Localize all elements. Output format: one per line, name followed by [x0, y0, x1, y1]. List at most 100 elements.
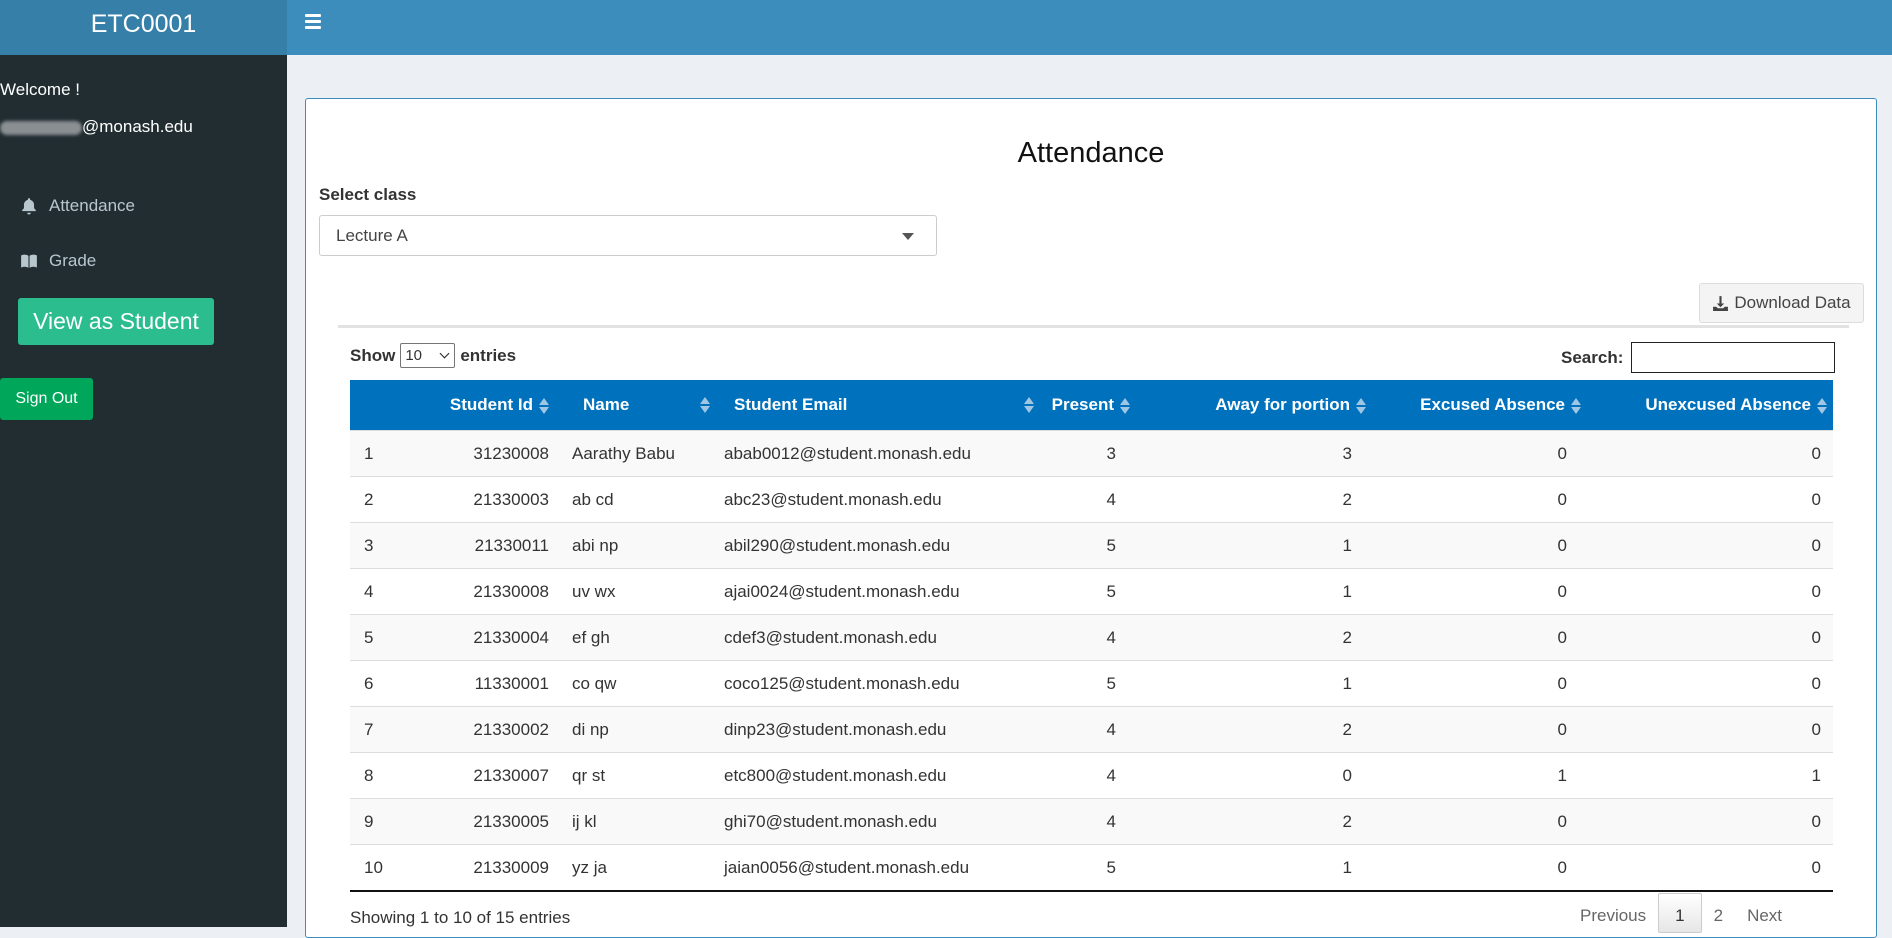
student-id: 31230008 [473, 444, 549, 463]
table-row[interactable]: 9 21330005 ij kl ghi70@student.monash.ed… [350, 798, 1833, 844]
sort-icon [1571, 396, 1581, 416]
download-icon [1713, 295, 1729, 311]
student-name: co qw [572, 674, 617, 693]
sidebar-item-label: Attendance [49, 196, 136, 215]
student-id: 21330011 [474, 536, 549, 555]
student-name: ij kl [572, 812, 597, 831]
row-number: 4 [364, 582, 374, 601]
download-data-label: Download Data [1734, 293, 1851, 312]
table-info: Showing 1 to 10 of 15 entries [350, 908, 571, 927]
view-as-student-button[interactable]: View as Student [18, 298, 214, 345]
table-body: 1 31230008 Aarathy Babu abab0012@student… [350, 430, 1833, 890]
student-name: Aarathy Babu [572, 444, 676, 463]
table-row[interactable]: 2 21330003 ab cd abc23@student.monash.ed… [350, 476, 1833, 522]
user-email: @monash.edu [0, 117, 193, 137]
present-count: 5 [1106, 858, 1116, 877]
unexcused-count: 0 [1811, 720, 1821, 739]
present-count: 3 [1106, 444, 1116, 463]
table-row[interactable]: 1 31230008 Aarathy Babu abab0012@student… [350, 430, 1833, 476]
table-header: Student Id Name Student Email Present Aw… [350, 380, 1833, 430]
unexcused-count: 0 [1811, 628, 1821, 647]
student-email: jaian0056@student.monash.edu [724, 858, 970, 877]
student-email: etc800@student.monash.edu [724, 766, 947, 785]
table-row[interactable]: 5 21330004 ef gh cdef3@student.monash.ed… [350, 614, 1833, 660]
student-email: cdef3@student.monash.edu [724, 628, 937, 647]
table-row[interactable]: 4 21330008 uv wx ajai0024@student.monash… [350, 568, 1833, 614]
excused-count: 0 [1557, 858, 1567, 877]
class-select-value: Lecture A [336, 226, 408, 245]
column-header-present[interactable]: Present [1052, 380, 1130, 430]
away-count: 2 [1342, 720, 1352, 739]
entries-per-page-select[interactable]: 10 [400, 343, 456, 368]
redacted-text [0, 120, 82, 135]
student-email: ajai0024@student.monash.edu [724, 582, 960, 601]
student-name: abi np [572, 536, 619, 555]
student-name: ab cd [572, 490, 614, 509]
table-row[interactable]: 8 21330007 qr st etc800@student.monash.e… [350, 752, 1833, 798]
search-control: Search: [1561, 342, 1836, 373]
column-header-unexcused-absence[interactable]: Unexcused Absence [1645, 380, 1827, 430]
present-count: 4 [1106, 490, 1116, 509]
table-row[interactable]: 10 21330009 yz ja jaian0056@student.mona… [350, 844, 1833, 890]
unexcused-count: 0 [1811, 582, 1821, 601]
column-header-name[interactable]: Name [583, 380, 629, 430]
present-count: 4 [1106, 720, 1116, 739]
student-id: 21330005 [473, 812, 549, 831]
show-entries-control: Show 10 entries [350, 343, 516, 368]
excused-count: 0 [1557, 674, 1567, 693]
pagination-previous[interactable]: Previous [1568, 894, 1658, 932]
sidebar: ETC0001 Welcome ! @monash.edu Attendance… [0, 0, 287, 927]
table-row[interactable]: 6 11330001 co qw coco125@student.monash.… [350, 660, 1833, 706]
sort-icon [1024, 395, 1034, 415]
table-bottom-border [350, 890, 1833, 892]
student-email: abil290@student.monash.edu [724, 536, 951, 555]
student-id: 21330002 [473, 720, 549, 739]
pagination-page-2[interactable]: 2 [1702, 894, 1735, 932]
class-select[interactable]: Lecture A [319, 215, 937, 256]
search-label: Search: [1561, 347, 1624, 367]
student-id: 21330003 [473, 490, 549, 509]
excused-count: 0 [1557, 628, 1567, 647]
away-count: 1 [1342, 858, 1352, 877]
unexcused-count: 0 [1811, 812, 1821, 831]
excused-count: 1 [1557, 766, 1567, 785]
pagination: Previous 1 2 Next [1568, 893, 1794, 933]
unexcused-count: 0 [1811, 858, 1821, 877]
unexcused-count: 1 [1811, 766, 1821, 785]
unexcused-count: 0 [1811, 444, 1821, 463]
present-count: 4 [1106, 766, 1116, 785]
sidebar-item-attendance[interactable]: Attendance [20, 196, 135, 216]
away-count: 1 [1342, 536, 1352, 555]
table-row[interactable]: 3 21330011 abi np abil290@student.monash… [350, 522, 1833, 568]
welcome-text: Welcome ! [0, 80, 80, 99]
table-row[interactable]: 7 21330002 di np dinp23@student.monash.e… [350, 706, 1833, 752]
column-header-student-id[interactable]: Student Id [450, 380, 549, 430]
column-header-excused-absence[interactable]: Excused Absence [1420, 380, 1581, 430]
pagination-page-1[interactable]: 1 [1658, 893, 1702, 933]
app-logo[interactable]: ETC0001 [0, 0, 287, 55]
column-header-away-for-portion[interactable]: Away for portion [1215, 380, 1366, 430]
student-name: ef gh [572, 628, 610, 647]
sign-out-button[interactable]: Sign Out [0, 378, 93, 420]
student-id: 21330009 [473, 858, 549, 877]
pagination-next[interactable]: Next [1735, 894, 1794, 932]
present-count: 5 [1106, 674, 1116, 693]
download-data-button[interactable]: Download Data [1699, 283, 1864, 323]
row-number: 5 [364, 628, 374, 647]
sort-icon [539, 396, 549, 416]
student-id: 21330004 [473, 628, 549, 647]
hamburger-menu-icon[interactable] [305, 14, 323, 30]
sidebar-item-grade[interactable]: Grade [20, 251, 96, 271]
attendance-table: Student Id Name Student Email Present Aw… [350, 380, 1833, 892]
unexcused-count: 0 [1811, 674, 1821, 693]
excused-count: 0 [1557, 444, 1567, 463]
away-count: 2 [1342, 628, 1352, 647]
row-number: 10 [364, 858, 383, 877]
search-input[interactable] [1631, 342, 1836, 373]
away-count: 2 [1342, 490, 1352, 509]
away-count: 1 [1342, 674, 1352, 693]
column-header-student-email[interactable]: Student Email [734, 380, 847, 430]
row-number: 9 [364, 812, 374, 831]
show-label: Show [350, 345, 396, 365]
present-count: 4 [1106, 628, 1116, 647]
